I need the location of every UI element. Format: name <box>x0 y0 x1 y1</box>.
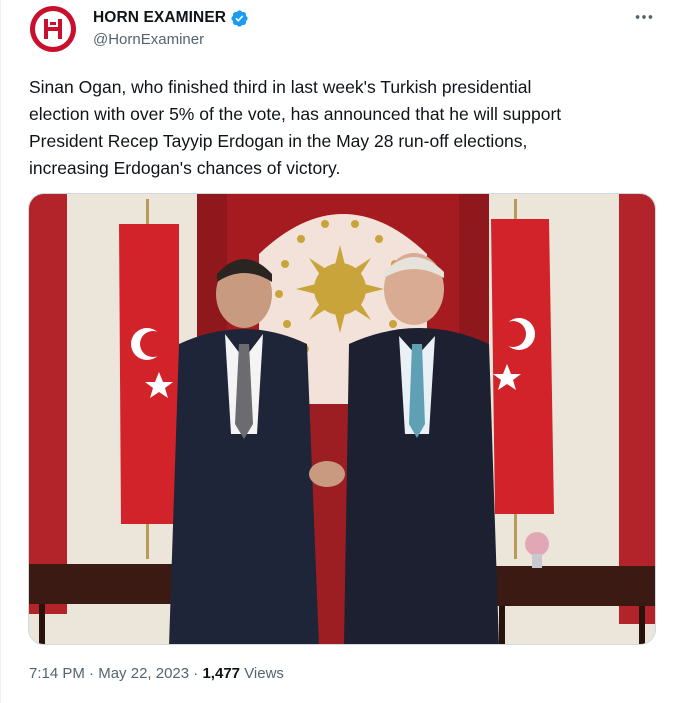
tweet-text: Sinan Ogan, who finished third in last w… <box>29 77 562 178</box>
author-handle[interactable]: @HornExaminer <box>93 31 249 48</box>
meta-separator: · <box>193 665 199 682</box>
tweet-photo[interactable] <box>28 193 656 645</box>
author-name-row: HORN EXAMINER <box>93 8 249 28</box>
views-count: 1,477 <box>202 665 241 682</box>
tweet-card: HORN EXAMINER @HornExaminer Sinan Ogan, … <box>0 0 673 703</box>
tweet-time[interactable]: 7:14 PM <box>29 665 85 682</box>
horn-examiner-logo-icon <box>44 19 62 39</box>
views-label: Views <box>244 665 284 682</box>
tweet-date[interactable]: May 22, 2023 <box>98 665 189 682</box>
meta-separator: · <box>89 665 95 682</box>
tweet-meta: 7:14 PM · May 22, 2023 · 1,477 Views <box>29 665 284 682</box>
author-avatar[interactable] <box>30 6 76 52</box>
left-flag <box>119 199 179 559</box>
verified-badge-icon <box>231 9 248 27</box>
author-display-name[interactable]: HORN EXAMINER <box>93 9 226 27</box>
photo-scene <box>29 194 655 644</box>
author-block: HORN EXAMINER @HornExaminer <box>93 8 249 48</box>
sun-emblem <box>296 245 384 333</box>
right-flag <box>491 199 554 559</box>
more-options-icon[interactable] <box>633 6 655 28</box>
